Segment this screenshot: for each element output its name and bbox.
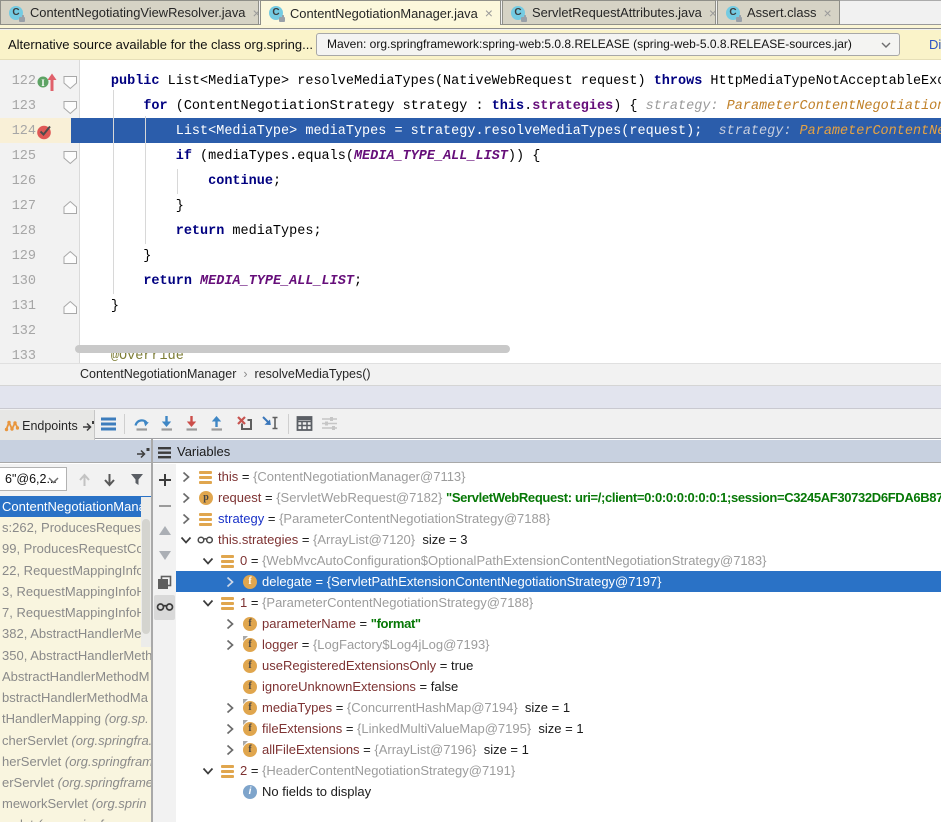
svg-text:I: I (41, 78, 45, 88)
